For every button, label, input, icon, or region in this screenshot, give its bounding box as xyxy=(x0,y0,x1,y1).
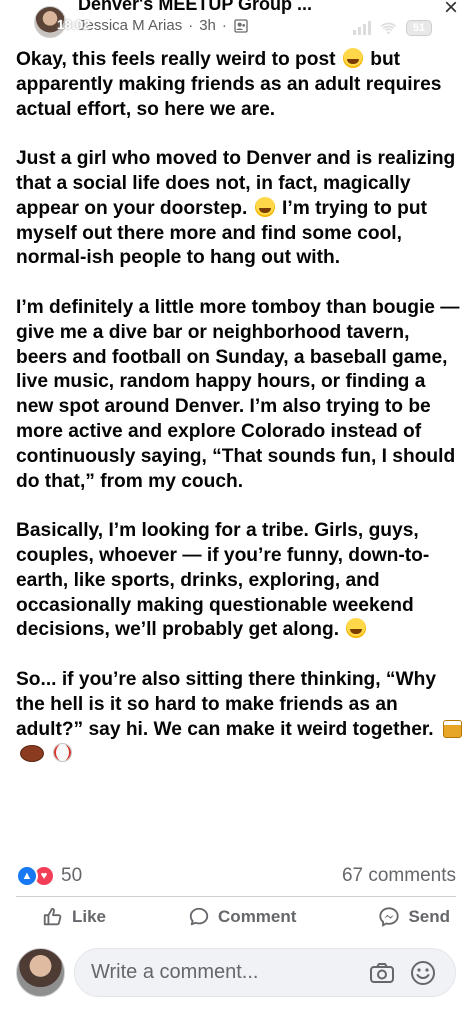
post-meta: Jessica M Arias · 3h · xyxy=(78,17,249,34)
reaction-count[interactable]: 50 xyxy=(61,865,82,887)
status-bar-time: 18:02 xyxy=(57,17,91,32)
post-paragraph-1: Okay, this feels really weird to post bu… xyxy=(16,48,462,122)
messenger-icon xyxy=(379,907,400,927)
post-time[interactable]: 3h xyxy=(199,17,216,34)
members-icon xyxy=(234,18,248,33)
wifi-icon xyxy=(381,22,396,34)
battery-indicator: 51 xyxy=(406,20,432,36)
send-button[interactable]: Send xyxy=(378,900,450,934)
author-name[interactable]: Jessica M Arias xyxy=(78,17,182,34)
baseball-emoji-icon xyxy=(53,743,73,763)
status-bar-icons: 51 xyxy=(353,20,432,36)
camera-icon[interactable] xyxy=(369,961,395,985)
smile-emoji-icon[interactable] xyxy=(409,959,437,987)
post-paragraph-3: I’m definitely a little more tomboy than… xyxy=(16,296,460,492)
thumbs-up-icon xyxy=(43,907,62,926)
post-header: Denver's MEETUP Group ... Jessica M Aria… xyxy=(0,0,472,42)
comment-input[interactable]: Write a comment... xyxy=(74,948,456,997)
post-text-part: Okay, this feels really weird to post xyxy=(16,49,336,70)
post-paragraph-2: Just a girl who moved to Denver and is r… xyxy=(16,147,462,271)
separator-dot: · xyxy=(221,17,227,34)
group-title[interactable]: Denver's MEETUP Group ... xyxy=(78,0,312,15)
close-icon[interactable]: × xyxy=(444,0,458,20)
post-text-part: So... if you’re also sitting there think… xyxy=(16,668,437,740)
post-text: Okay, this feels really weird to post bu… xyxy=(16,48,462,767)
laughing-emoji-icon xyxy=(342,48,363,68)
post-actions: Like Comment Send xyxy=(0,900,472,934)
comment-label: Comment xyxy=(218,907,297,926)
actions-divider xyxy=(16,896,456,897)
comment-composer: Write a comment... xyxy=(0,940,472,1010)
reaction-summary[interactable]: ▲ ♥ 50 xyxy=(16,865,82,887)
comments-count-link[interactable]: 67 comments xyxy=(342,865,456,887)
like-button[interactable]: Like xyxy=(42,900,106,934)
cellular-signal-icon xyxy=(353,21,371,35)
football-emoji-icon xyxy=(20,745,44,763)
post-paragraph-4: Basically, I’m looking for a tribe. Girl… xyxy=(16,519,462,643)
post-stats: ▲ ♥ 50 67 comments xyxy=(16,864,456,890)
post-text-part: Basically, I’m looking for a tribe. Girl… xyxy=(16,520,430,641)
post-paragraph-5: So... if you’re also sitting there think… xyxy=(16,668,462,767)
facebook-post-view: Denver's MEETUP Group ... Jessica M Aria… xyxy=(0,0,472,1024)
current-user-avatar[interactable] xyxy=(16,948,65,997)
comment-button[interactable]: Comment xyxy=(188,900,296,934)
like-reaction-icon: ▲ xyxy=(16,865,38,887)
like-label: Like xyxy=(72,907,107,926)
send-label: Send xyxy=(408,907,450,926)
separator-dot: · xyxy=(188,17,194,34)
comment-bubble-icon xyxy=(189,907,209,926)
laughing-emoji-icon xyxy=(254,196,275,217)
laughing-emoji-icon xyxy=(346,618,367,639)
beer-mugs-emoji-icon xyxy=(442,719,462,738)
comment-placeholder[interactable]: Write a comment... xyxy=(91,961,258,984)
